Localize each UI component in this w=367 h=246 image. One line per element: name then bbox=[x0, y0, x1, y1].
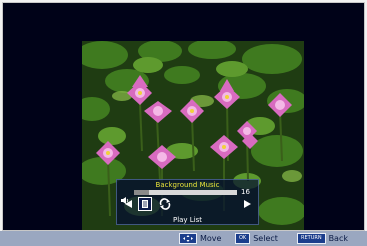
next-arrow-icon[interactable] bbox=[244, 200, 251, 208]
return-key: RETURN bbox=[297, 233, 326, 244]
back-hint: RETURN Back bbox=[297, 233, 348, 244]
key-guide-bar: Move OK Select RETURN Back bbox=[0, 231, 367, 246]
move-hint: Move bbox=[179, 233, 221, 244]
volume-slider-fill bbox=[134, 190, 150, 195]
playlist-button[interactable] bbox=[138, 197, 152, 211]
dpad-icon bbox=[179, 233, 197, 244]
repeat-button[interactable] bbox=[158, 197, 172, 211]
select-hint: OK Select bbox=[235, 233, 278, 244]
previous-arrow-icon[interactable] bbox=[125, 200, 132, 208]
volume-value: 16 bbox=[241, 188, 250, 196]
tv-screen: Background Music 16 Play List bbox=[2, 2, 365, 231]
select-label: Select bbox=[253, 233, 278, 243]
volume-slider[interactable] bbox=[134, 190, 237, 195]
background-music-panel: Background Music 16 Play List bbox=[116, 179, 259, 225]
move-label: Move bbox=[200, 233, 222, 243]
playlist-icon bbox=[142, 200, 148, 208]
panel-title: Background Music bbox=[155, 181, 220, 189]
ok-key: OK bbox=[235, 233, 251, 244]
back-label: Back bbox=[328, 233, 348, 243]
speaker-icon bbox=[121, 189, 130, 204]
playlist-label: Play List bbox=[172, 216, 203, 224]
repeat-icon bbox=[159, 198, 171, 210]
